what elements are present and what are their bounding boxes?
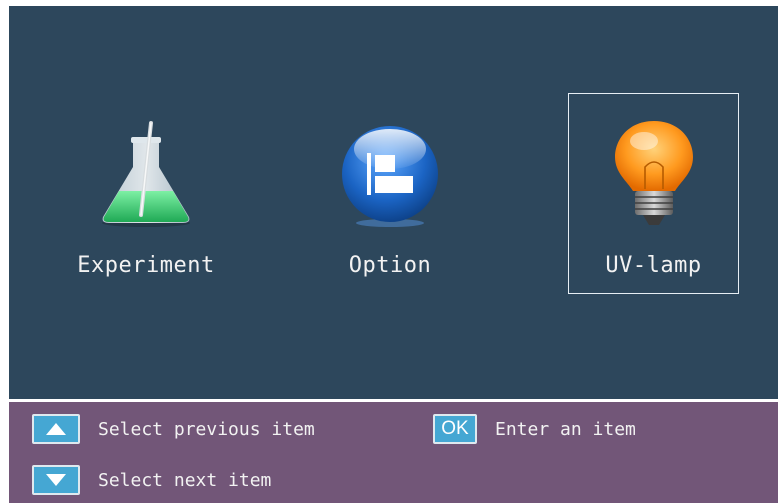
up-key[interactable]	[32, 414, 80, 444]
menu-item-label: Option	[348, 253, 432, 278]
main-menu-screen: Experiment Option UV-lamp	[9, 6, 778, 399]
help-down-text: Select next item	[98, 469, 272, 491]
lightbulb-icon	[614, 121, 693, 225]
menu-item-label: Experiment	[77, 253, 215, 278]
ok-key[interactable]: OK	[433, 414, 477, 444]
help-up-text: Select previous item	[98, 418, 315, 440]
menu-item-uv-lamp[interactable]: UV-lamp	[568, 93, 739, 294]
down-arrow-icon	[46, 474, 66, 486]
flask-icon	[102, 121, 190, 227]
help-down: Select next item	[32, 465, 271, 495]
menu-item-experiment[interactable]: Experiment	[61, 93, 231, 294]
help-ok-text: Enter an item	[495, 418, 636, 440]
help-up: Select previous item	[32, 414, 315, 444]
option-icon	[342, 126, 438, 227]
help-ok: OK Enter an item	[433, 414, 636, 444]
down-key[interactable]	[32, 465, 80, 495]
menu-item-label: UV-lamp	[605, 253, 702, 278]
menu-item-option[interactable]: Option	[305, 93, 475, 294]
up-arrow-icon	[46, 423, 66, 435]
key-help-bar: Select previous item OK Enter an item Se…	[9, 402, 778, 503]
